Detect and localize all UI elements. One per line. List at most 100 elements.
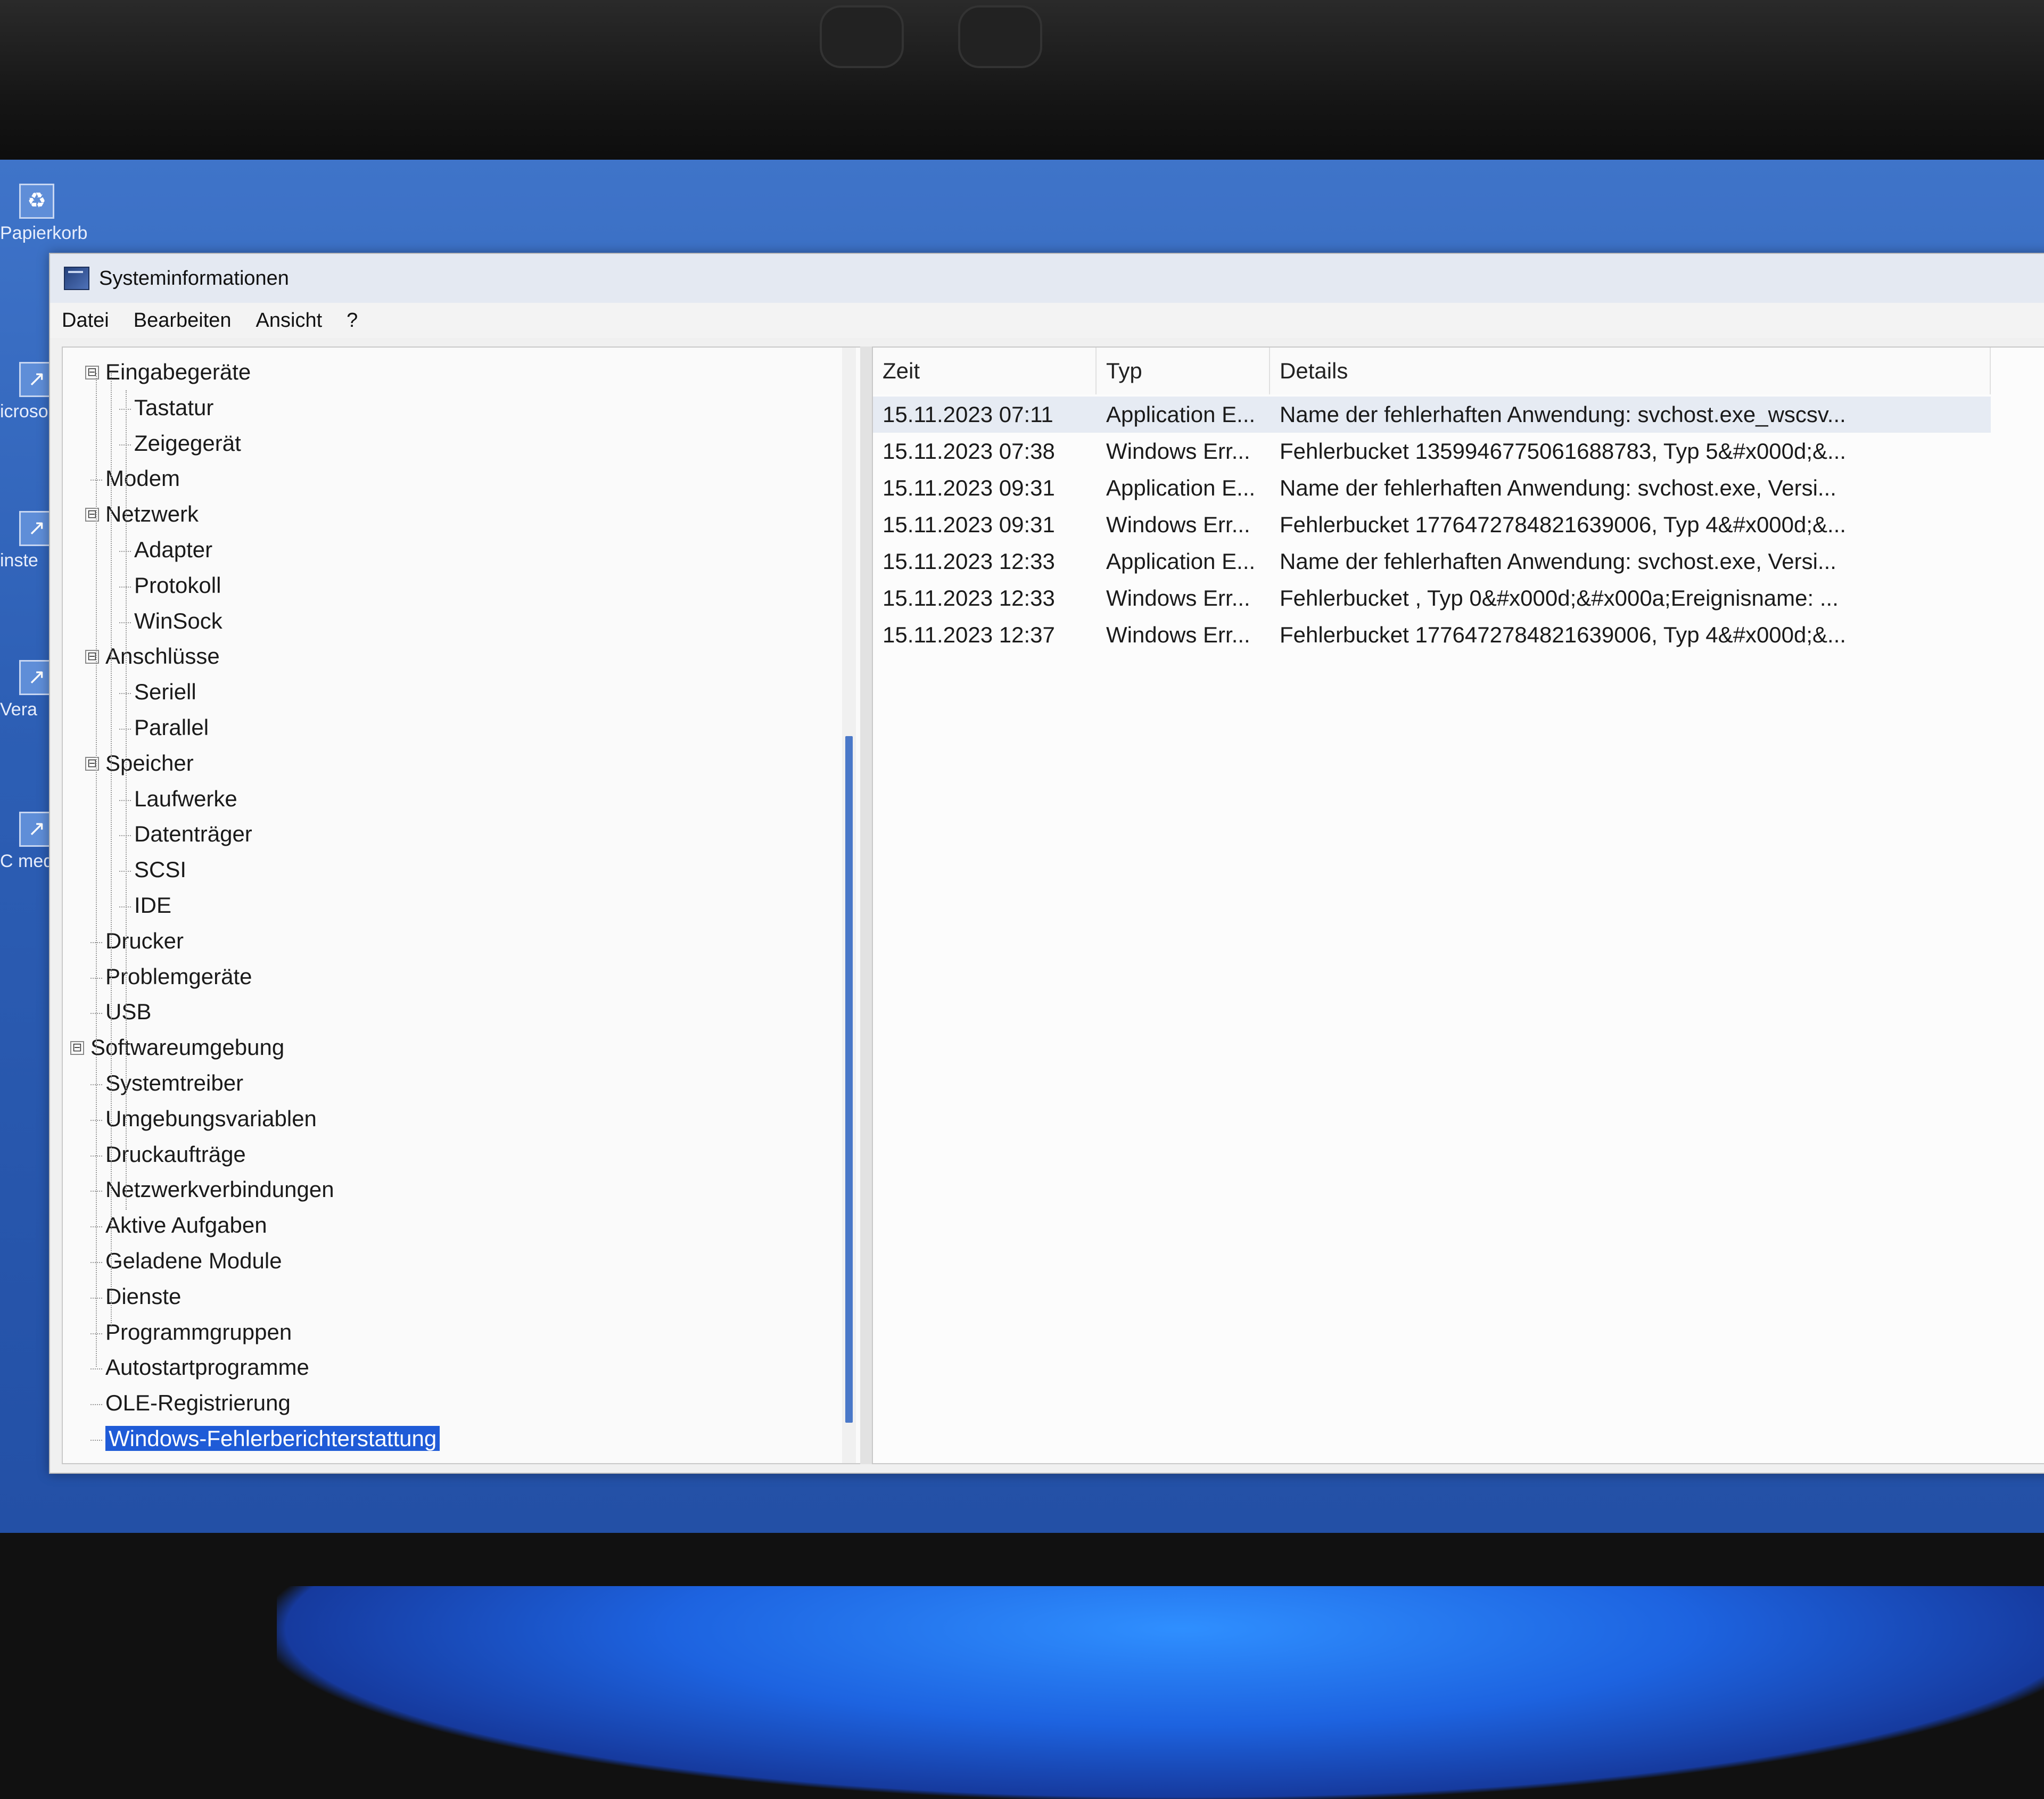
tree-item[interactable]: Zeigegerät [134,428,241,458]
desktop-icon[interactable]: ↗ Vera [0,660,54,720]
collapse-icon[interactable]: ⊟ [85,756,99,771]
table-cell: 15.11.2023 12:33 [883,549,1055,574]
tree-item-label: Zeigegerät [134,430,241,456]
table-cell: 15.11.2023 12:33 [883,585,1055,610]
tree-item[interactable]: Laufwerke [134,784,237,814]
tree-connector [119,729,131,730]
tree-item[interactable]: Tastatur [134,393,213,423]
tree-item-label: Drucker [105,928,184,953]
tree-item-label: OLE-Registrierung [105,1390,291,1416]
table-cell: Name der fehlerhaften Anwendung: svchost… [1280,475,1836,500]
tree-item[interactable]: SCSI [134,855,186,885]
tree-connector-line [96,373,97,1367]
tree-connector [119,444,131,445]
table-cell: Windows Err... [1106,622,1250,647]
tree-item[interactable]: Softwareumgebung [90,1033,284,1062]
tree-item-label: Datenträger [134,821,252,847]
table-row[interactable]: 15.11.2023 07:11 Application E... Name der… [873,397,1991,433]
pane-splitter[interactable] [860,346,872,1464]
tree-item[interactable]: Modem [105,464,180,493]
table-row[interactable]: 15.11.2023 07:38 Windows Err... Fehlerbuck… [873,433,1991,469]
tree-item[interactable]: Programmgruppen [105,1317,292,1347]
column-header-details[interactable]: Details [1270,348,1991,394]
tree-item[interactable]: Parallel [134,713,209,742]
tree-item[interactable]: Umgebungsvariablen [105,1104,317,1134]
table-cell: Name der fehlerhaften Anwendung: svchost… [1280,549,1836,574]
tree-item-label: Aktive Aufgaben [105,1212,267,1238]
table-cell: Fehlerbucket , Typ 0&#x000d;&#x000a;Erei… [1280,585,1839,610]
tree-item[interactable]: Protokoll [134,571,221,600]
tree-item-label: Programmgruppen [105,1319,292,1344]
tree-item[interactable]: Anschlüsse [105,641,220,671]
menu-ansicht[interactable]: Ansicht [256,309,323,332]
tree-item-label: Netzwerk [105,501,199,527]
tree-item[interactable]: Adapter [134,535,212,565]
collapse-icon[interactable]: ⊟ [70,1041,84,1055]
desktop-icon-label: inste [0,550,38,571]
tree-item[interactable]: Seriell [134,677,196,707]
table-cell: 15.11.2023 07:38 [883,439,1055,464]
tree-item-label: Dienste [105,1283,182,1309]
desktop-icon[interactable]: ↗ inste [0,511,54,571]
tree-scrollbar-thumb[interactable] [845,736,853,1423]
desktop-icon-label: C med [0,851,54,871]
table-row[interactable]: 15.11.2023 12:33 Windows Err... Fehlerbuck… [873,580,1991,616]
table-cell: Windows Err... [1106,439,1250,464]
wallpaper-swirl [277,1586,2044,1799]
tree-item[interactable]: Speicher [105,748,194,778]
menu-bar: Datei Bearbeiten Ansicht ? [50,303,2044,338]
collapse-icon[interactable]: ⊟ [85,366,99,379]
column-header-typ[interactable]: Typ [1097,348,1270,394]
menu-bearbeiten[interactable]: Bearbeiten [134,309,232,332]
table-row[interactable]: 15.11.2023 12:37 Windows Err... Fehlerbuck… [873,617,1991,653]
tree-item-label: Windows-Fehlerberichterstattung [105,1426,440,1451]
table-cell: Fehlerbucket 1776472784821639006, Typ 4&… [1280,512,1847,537]
tree-connector [119,551,131,552]
tree-item[interactable]: Netzwerk [105,499,199,529]
tree-item[interactable]: Autostartprogramme [105,1352,309,1382]
tree-connector [90,1404,102,1406]
menu-help[interactable]: ? [347,309,358,332]
tree-item-label: Modem [105,466,180,491]
tree-item[interactable]: Aktive Aufgaben [105,1210,267,1240]
desktop-icon[interactable]: ↗ C med [0,812,54,872]
tree-item[interactable]: Problemgeräte [105,962,252,992]
tree-item[interactable]: Dienste [105,1282,181,1311]
desktop-icon[interactable]: ↗ icroso [0,362,54,422]
table-row[interactable]: 15.11.2023 12:33 Application E... Name der… [873,543,1991,580]
tree-item[interactable]: Netzwerkverbindungen [105,1175,334,1204]
tree-item[interactable]: WinSock [134,606,222,636]
tree-connector [119,799,131,801]
details-list: Zeit Typ Details 15.11.2023 07:11 Applica… [872,346,2044,1464]
tree-item-label: Problemgeräte [105,963,252,989]
table-row[interactable]: 15.11.2023 09:31 Application E... Name der… [873,470,1991,506]
tree-connector-line [126,390,127,1210]
tree-item-label: Parallel [134,715,209,740]
tree-item[interactable]: Drucker [105,926,184,956]
tree-connector [119,408,131,410]
tree-item-label: Tastatur [134,394,214,420]
tree-item-label: Geladene Module [105,1248,282,1273]
tree-item[interactable]: Datenträger [134,819,252,849]
tree-item-label: Adapter [134,537,213,562]
table-row[interactable]: 15.11.2023 09:31 Windows Err... Fehlerbuck… [873,507,1991,543]
monitor-bezel [0,0,2044,170]
tree-item[interactable]: Geladene Module [105,1246,282,1276]
tree-item[interactable]: Eingabegeräte [105,357,251,387]
tree-item[interactable]: USB [105,997,151,1027]
table-cell: Windows Err... [1106,585,1250,610]
column-header-zeit[interactable]: Zeit [873,348,1097,394]
tree-item[interactable]: Windows-Fehlerberichterstattung [105,1424,440,1454]
collapse-icon[interactable]: ⊟ [85,650,99,664]
collapse-icon[interactable]: ⊟ [85,508,99,522]
menu-datei[interactable]: Datei [62,309,109,332]
tree-item-label: WinSock [134,608,222,633]
tree-item-label: Softwareumgebung [90,1035,285,1060]
title-bar[interactable]: Systeminformationen [50,254,2044,303]
tree-item[interactable]: OLE-Registrierung [105,1388,291,1418]
recycle-bin-icon: ♻ [19,184,54,219]
table-cell: 15.11.2023 12:37 [883,622,1055,647]
desktop-icon[interactable]: ♻ Papierkorb [0,184,87,244]
tree-item[interactable]: IDE [134,890,171,920]
desktop-icon-label: Vera [0,699,37,720]
